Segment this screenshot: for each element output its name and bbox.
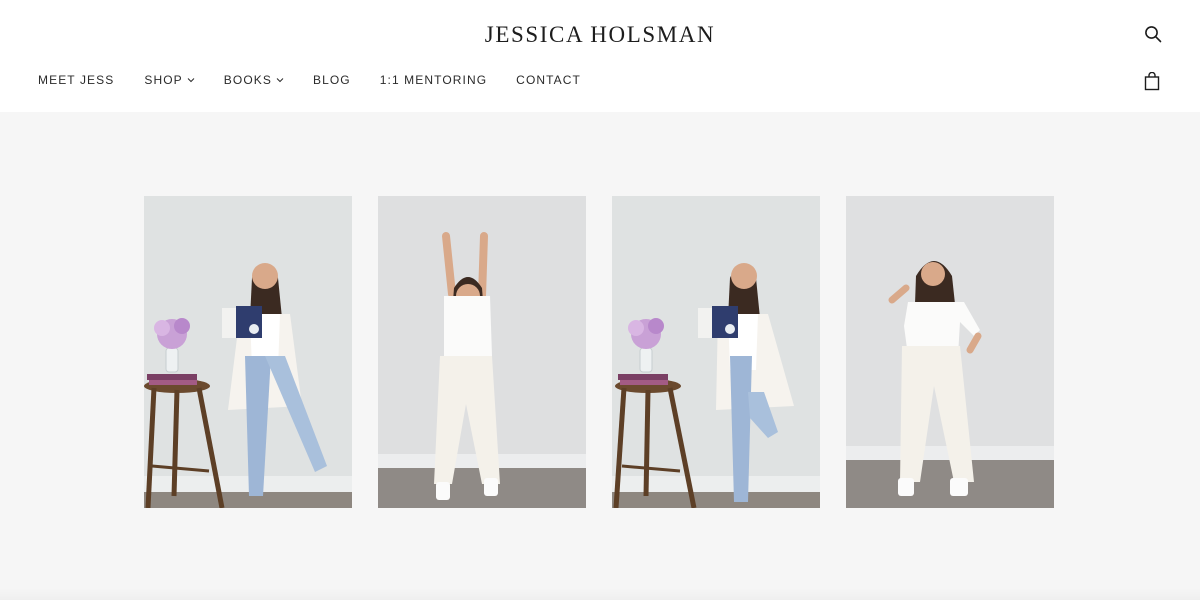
photo-gallery [144,196,1054,508]
gallery-photo[interactable] [846,196,1054,508]
nav-item-blog[interactable]: BLOG [313,73,351,87]
nav-label: CONTACT [516,73,581,87]
portrait-photo-image [378,196,586,508]
brand-logo[interactable]: JESSICA HOLSMAN [0,22,1200,48]
gallery-photo[interactable] [144,196,352,508]
nav-label: BOOKS [223,73,272,87]
gallery-photo[interactable] [612,196,820,508]
nav-item-shop[interactable]: SHOP [144,73,195,87]
nav-label: BLOG [312,73,351,87]
main-nav: MEET JESS SHOP BOOKS BLOG 1:1 MENTORING … [38,73,581,87]
search-button[interactable] [1142,23,1164,45]
portrait-photo-image [612,196,820,508]
nav-label: MEET JESS [38,73,115,87]
shopping-bag-icon [1144,71,1160,90]
portrait-photo-image [144,196,352,508]
nav-item-books[interactable]: BOOKS [224,73,284,87]
gallery-photo[interactable] [378,196,586,508]
nav-item-mentoring[interactable]: 1:1 MENTORING [380,73,487,87]
nav-label: 1:1 MENTORING [379,73,488,87]
cart-button[interactable] [1141,70,1163,92]
nav-item-meet-jess[interactable]: MEET JESS [38,73,114,87]
chevron-down-icon [187,77,195,83]
search-icon [1145,26,1162,43]
site-header: JESSICA HOLSMAN MEET JESS SHOP BOOKS BLO… [0,0,1200,112]
nav-item-contact[interactable]: CONTACT [516,73,581,87]
nav-label: SHOP [144,73,183,87]
section-divider [0,588,1200,600]
portrait-photo-image [846,196,1054,508]
chevron-down-icon [276,77,284,83]
